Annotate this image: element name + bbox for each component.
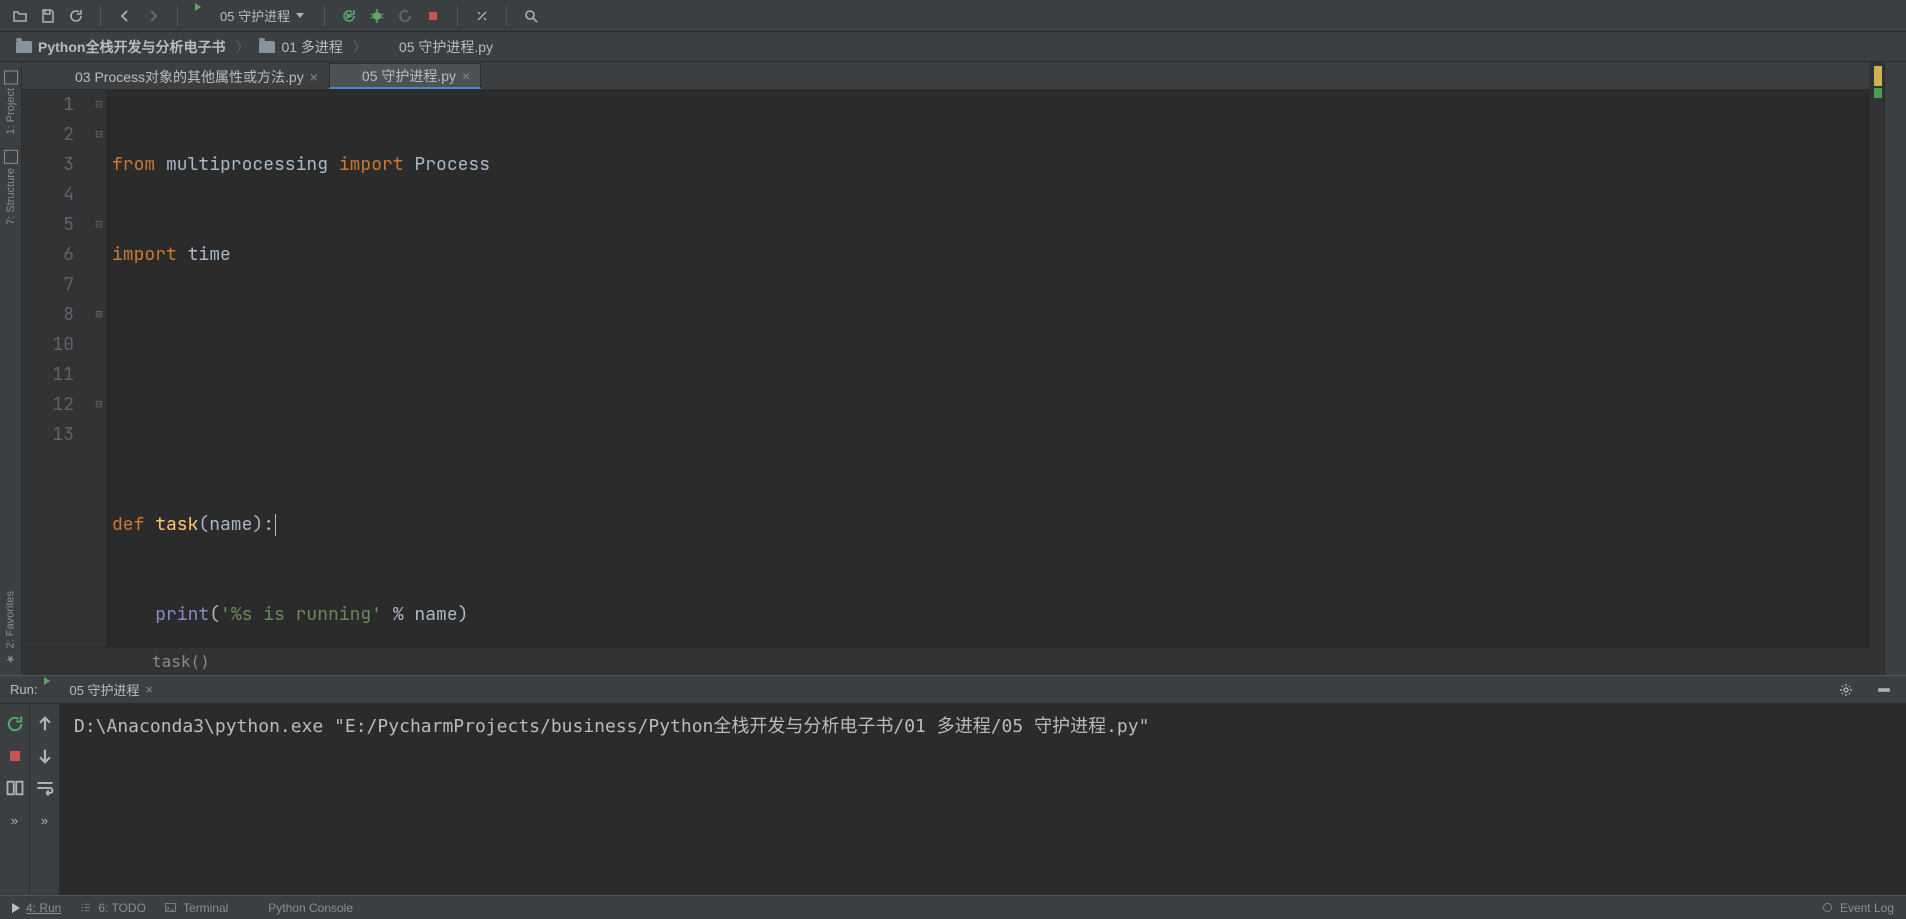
text-caret [275,514,276,536]
chevron-down-icon [296,13,304,18]
hide-icon[interactable] [1872,678,1896,702]
run-config-selector[interactable]: 05 守护进程 [190,4,312,28]
fold-icon[interactable]: ⊟ [94,129,104,139]
breadcrumb: Python全栈开发与分析电子书 〉 01 多进程 〉 05 守护进程.py [0,32,1906,62]
status-event-log[interactable]: Event Log [1821,901,1894,915]
code-content[interactable]: from multiprocessing import Process impo… [106,90,1870,647]
refresh-icon[interactable] [64,4,88,28]
debug-icon[interactable] [365,4,389,28]
folder-icon [259,41,275,53]
layout-icon[interactable] [5,778,25,798]
status-python-console[interactable]: Python Console [246,900,353,916]
fold-icon[interactable]: ⊟ [94,99,104,109]
sidebar-structure-tab[interactable]: 7: Structure [4,150,18,225]
breadcrumb-code-path[interactable]: task() [22,647,1870,675]
status-run[interactable]: 4: Run [12,901,61,915]
sidebar-project-tab[interactable]: 1: Project [4,70,18,134]
coverage-icon[interactable] [393,4,417,28]
run-tool-window: Run: 05 守护进程 × » » D:\Anaconda3\python.e… [0,675,1906,895]
close-icon[interactable]: × [310,69,318,85]
back-icon[interactable] [113,4,137,28]
stop-icon[interactable] [421,4,445,28]
fold-icon[interactable]: ⊞ [94,309,104,319]
status-bar: 4: Run 6: TODO Terminal Python Console E… [0,895,1906,919]
breadcrumb-folder[interactable]: 01 多进程 [255,37,346,57]
run-config-label: 05 守护进程 [220,6,290,25]
breadcrumb-file[interactable]: 05 守护进程.py [373,37,497,57]
left-sidebar-tabs: 1: Project 7: Structure ★ 2: Favorites [0,62,22,675]
line-number-gutter: 1 2 3 4 5 6 7 8 10 11 12 13 [22,90,92,647]
soft-wrap-icon[interactable] [35,778,55,798]
breadcrumb-root[interactable]: Python全栈开发与分析电子书 [12,37,229,57]
more-icon[interactable]: » [35,810,55,830]
run-icon[interactable] [337,4,361,28]
rerun-icon[interactable] [5,714,25,734]
run-label: Run: [10,682,37,697]
sidebar-favorites-tab[interactable]: ★ 2: Favorites [4,591,17,665]
more-icon[interactable]: » [5,810,25,830]
search-icon[interactable] [519,4,543,28]
gear-icon[interactable] [1834,678,1858,702]
close-icon[interactable]: × [146,682,154,697]
stop-icon[interactable] [5,746,25,766]
save-icon[interactable] [36,4,60,28]
play-icon [12,903,20,913]
right-sidebar [1884,62,1906,675]
folder-icon [16,41,32,53]
fold-icon[interactable]: ⊟ [94,219,104,229]
down-arrow-icon[interactable] [35,746,55,766]
up-arrow-icon[interactable] [35,714,55,734]
status-terminal[interactable]: Terminal [164,901,228,915]
run-output-gutter: » [30,704,60,895]
editor-tabs: 03 Process对象的其他属性或方法.py × 05 守护进程.py × [22,62,1870,90]
forward-icon[interactable] [141,4,165,28]
main-toolbar: 05 守护进程 [0,0,1906,32]
run-config-title: 05 守护进程 [69,680,139,699]
open-icon[interactable] [8,4,32,28]
fold-icon[interactable]: ⊟ [94,399,104,409]
close-icon[interactable]: × [462,68,470,84]
tab-current-file[interactable]: 05 守护进程.py × [329,63,481,89]
settings-icon[interactable] [470,4,494,28]
code-editor[interactable]: 1 2 3 4 5 6 7 8 10 11 12 13 ⊟ ⊟ ⊟ ⊞ ⊟ [22,90,1870,647]
run-actions-gutter: » [0,704,30,895]
fold-gutter: ⊟ ⊟ ⊟ ⊞ ⊟ [92,90,106,647]
run-output[interactable]: D:\Anaconda3\python.exe "E:/PycharmProje… [60,704,1906,895]
status-todo[interactable]: 6: TODO [79,901,146,915]
editor-minimap[interactable] [1870,62,1884,675]
run-header: Run: 05 守护进程 × [0,676,1906,704]
tab-other-file[interactable]: 03 Process对象的其他属性或方法.py × [42,63,329,89]
